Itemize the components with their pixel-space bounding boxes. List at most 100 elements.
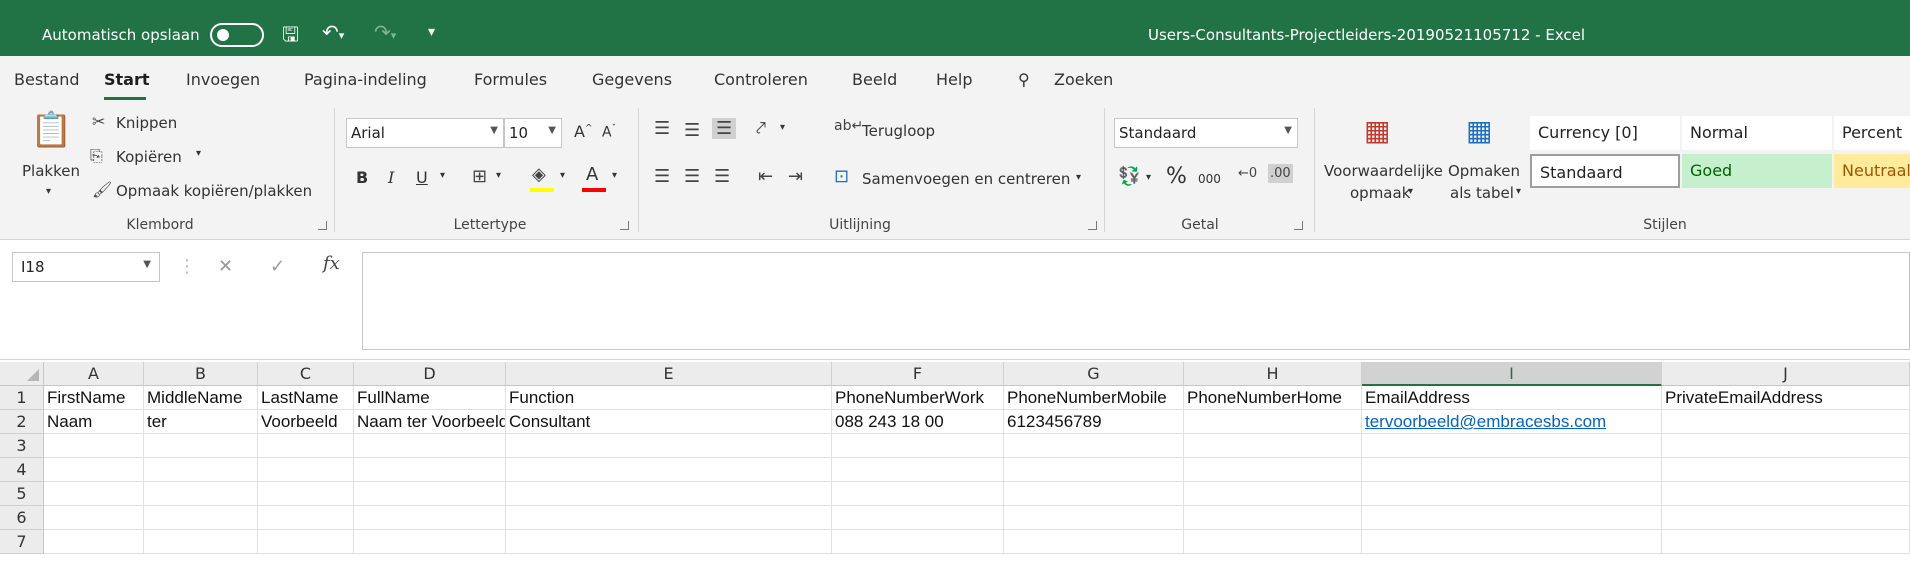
column-header-i[interactable]: I xyxy=(1362,362,1662,386)
tab-beeld[interactable]: Beeld xyxy=(852,70,897,89)
cut-button[interactable]: Knippen xyxy=(116,114,177,132)
cell-a7[interactable] xyxy=(44,530,144,554)
cell-g4[interactable] xyxy=(1004,458,1184,482)
cell-e7[interactable] xyxy=(506,530,832,554)
cell-g6[interactable] xyxy=(1004,506,1184,530)
cell-e3[interactable] xyxy=(506,434,832,458)
cell-h4[interactable] xyxy=(1184,458,1362,482)
cell-i7[interactable] xyxy=(1362,530,1662,554)
cell-b1[interactable]: MiddleName xyxy=(144,386,258,410)
cell-d6[interactable] xyxy=(354,506,506,530)
paste-button[interactable]: Plakken xyxy=(22,162,80,180)
wrap-text-icon[interactable]: ab↵ xyxy=(834,118,863,134)
conditional-formatting-line1[interactable]: Voorwaardelijke xyxy=(1324,162,1443,180)
underline-button[interactable]: U xyxy=(416,168,428,187)
accounting-dropdown-icon[interactable]: ▾ xyxy=(1146,172,1151,183)
clipboard-launcher[interactable] xyxy=(318,221,327,230)
cell-j1[interactable]: PrivateEmailAddress xyxy=(1662,386,1910,410)
cell-d5[interactable] xyxy=(354,482,506,506)
cell-d4[interactable] xyxy=(354,458,506,482)
row-header-1[interactable]: 1 xyxy=(0,386,44,410)
style-currency-0[interactable]: Currency [0] xyxy=(1530,116,1680,150)
cell-i3[interactable] xyxy=(1362,434,1662,458)
align-middle-icon[interactable]: ☰ xyxy=(684,120,700,141)
cell-j7[interactable] xyxy=(1662,530,1910,554)
merge-center-button[interactable]: Samenvoegen en centreren xyxy=(862,170,1070,188)
increase-decimal-icon[interactable]: ←0 xyxy=(1238,166,1257,181)
cell-i2-email-link[interactable]: tervoorbeeld@embracesbs.com xyxy=(1362,410,1662,434)
cell-g7[interactable] xyxy=(1004,530,1184,554)
enter-icon[interactable]: ✓ xyxy=(270,256,285,277)
cell-f2[interactable]: 088 243 18 00 xyxy=(832,410,1004,434)
cell-c4[interactable] xyxy=(258,458,354,482)
column-header-e[interactable]: E xyxy=(506,362,832,386)
increase-indent-icon[interactable]: ⇥ xyxy=(788,166,803,187)
autosave-toggle[interactable] xyxy=(210,23,264,47)
cell-i6[interactable] xyxy=(1362,506,1662,530)
percent-button[interactable]: % xyxy=(1166,164,1187,189)
align-bottom-icon[interactable]: ☰ xyxy=(712,118,737,139)
cell-e2[interactable]: Consultant xyxy=(506,410,832,434)
decrease-indent-icon[interactable]: ⇤ xyxy=(758,166,773,187)
cell-h1[interactable]: PhoneNumberHome xyxy=(1184,386,1362,410)
orientation-icon[interactable]: ⤤ xyxy=(756,118,766,139)
cell-j3[interactable] xyxy=(1662,434,1910,458)
column-header-h[interactable]: H xyxy=(1184,362,1362,386)
merge-dropdown-icon[interactable]: ▾ xyxy=(1076,172,1081,183)
number-format-combo[interactable]: Standaard ▼ xyxy=(1114,118,1298,148)
cell-g3[interactable] xyxy=(1004,434,1184,458)
cell-b5[interactable] xyxy=(144,482,258,506)
name-box[interactable]: I18 ▼ xyxy=(12,252,160,282)
cell-i5[interactable] xyxy=(1362,482,1662,506)
grow-font-button[interactable]: A^ xyxy=(574,122,593,141)
cell-h6[interactable] xyxy=(1184,506,1362,530)
cell-f1[interactable]: PhoneNumberWork xyxy=(832,386,1004,410)
cell-c3[interactable] xyxy=(258,434,354,458)
align-center-icon[interactable]: ☰ xyxy=(684,166,700,187)
undo-icon[interactable]: ↶▾ xyxy=(322,20,344,44)
cell-a6[interactable] xyxy=(44,506,144,530)
tab-pagina-indeling[interactable]: Pagina-indeling xyxy=(304,70,427,89)
conditional-formatting-line2[interactable]: opmaak xyxy=(1350,184,1410,202)
search-label[interactable]: Zoeken xyxy=(1054,70,1113,89)
select-all-corner[interactable] xyxy=(0,362,44,386)
table-dropdown-icon[interactable]: ▾ xyxy=(1516,186,1521,197)
format-as-table-line2[interactable]: als tabel xyxy=(1450,184,1514,202)
cell-h3[interactable] xyxy=(1184,434,1362,458)
cell-a5[interactable] xyxy=(44,482,144,506)
wrap-text-button[interactable]: Terugloop xyxy=(862,122,935,140)
align-right-icon[interactable]: ☰ xyxy=(714,166,730,187)
save-icon[interactable]: 🖫 xyxy=(282,20,299,54)
cell-j4[interactable] xyxy=(1662,458,1910,482)
tab-help[interactable]: Help xyxy=(936,70,972,89)
align-left-icon[interactable]: ☰ xyxy=(654,166,670,187)
copy-dropdown-icon[interactable]: ▾ xyxy=(196,148,201,159)
format-painter-icon[interactable]: 🖌 xyxy=(92,180,112,199)
cell-f7[interactable] xyxy=(832,530,1004,554)
style-percent[interactable]: Percent xyxy=(1834,116,1910,150)
cell-c6[interactable] xyxy=(258,506,354,530)
style-neutraal[interactable]: Neutraal xyxy=(1834,154,1910,188)
cell-h2[interactable] xyxy=(1184,410,1362,434)
cut-icon[interactable]: ✂ xyxy=(92,112,105,131)
row-header-2[interactable]: 2 xyxy=(0,410,44,434)
style-standaard[interactable]: Standaard xyxy=(1530,154,1680,188)
fill-dropdown-icon[interactable]: ▾ xyxy=(560,170,565,181)
cell-f4[interactable] xyxy=(832,458,1004,482)
cell-i1[interactable]: EmailAddress xyxy=(1362,386,1662,410)
cell-e1[interactable]: Function xyxy=(506,386,832,410)
row-header-5[interactable]: 5 xyxy=(0,482,44,506)
format-painter-button[interactable]: Opmaak kopiëren/plakken xyxy=(116,182,312,200)
formula-input[interactable] xyxy=(362,252,1910,350)
cell-c5[interactable] xyxy=(258,482,354,506)
tab-formules[interactable]: Formules xyxy=(474,70,547,89)
tab-gegevens[interactable]: Gegevens xyxy=(592,70,672,89)
shrink-font-button[interactable]: Aˇ xyxy=(602,124,616,141)
cell-d2[interactable]: Naam ter Voorbeeld xyxy=(354,410,506,434)
italic-button[interactable]: I xyxy=(388,168,394,187)
conditional-dropdown-icon[interactable]: ▾ xyxy=(1408,186,1413,197)
paste-icon[interactable]: 📋 xyxy=(30,110,72,150)
font-name-combo[interactable]: Arial ▼ xyxy=(346,118,504,148)
cell-c7[interactable] xyxy=(258,530,354,554)
column-header-b[interactable]: B xyxy=(144,362,258,386)
